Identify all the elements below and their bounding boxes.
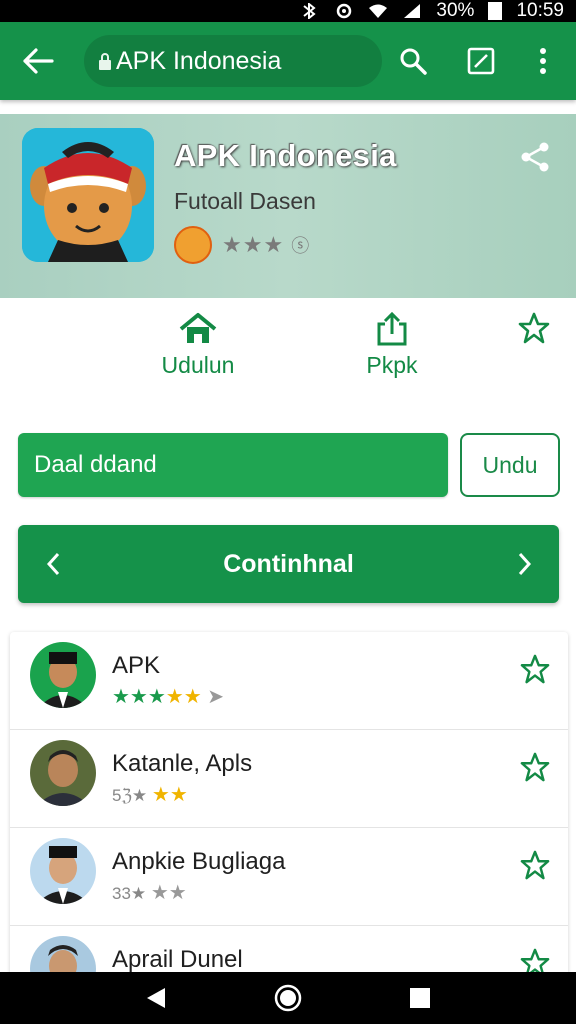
- nav-back-icon: [147, 988, 165, 1008]
- arrow-back-icon: [23, 48, 54, 74]
- action-udulun[interactable]: Udulun: [150, 312, 246, 379]
- chevron-left-icon[interactable]: [44, 551, 64, 577]
- info-icon: ⓢ: [291, 236, 311, 256]
- app-header-card: APK Indonesia Futoall Dasen ★★★ ⓢ: [0, 114, 576, 298]
- nav-home-button[interactable]: [273, 983, 303, 1013]
- star-outline-icon[interactable]: [520, 752, 550, 782]
- edit-button[interactable]: [460, 40, 502, 82]
- list-item-stars: ★★: [151, 784, 188, 806]
- battery-percentage: 30%: [436, 0, 475, 21]
- list-item-title: Aprail Dunel: [112, 946, 243, 973]
- share-icon[interactable]: [518, 140, 552, 174]
- home-icon: [179, 313, 217, 343]
- edit-icon: [467, 47, 495, 75]
- star-outline-icon[interactable]: [520, 850, 550, 880]
- list-item-rating: 33★ ★★: [112, 882, 187, 904]
- screen: 30% 10:59 APK Indonesia APK Indonesia Fu…: [0, 0, 576, 1024]
- back-button[interactable]: [0, 22, 76, 100]
- search-button[interactable]: [392, 40, 434, 82]
- mascot-icon: [22, 128, 154, 262]
- lock-icon: [99, 53, 111, 70]
- action-label: Pkpk: [366, 352, 418, 378]
- list-item-title: APK: [112, 652, 161, 679]
- clock: 10:59: [516, 0, 564, 21]
- action-label: Udulun: [161, 352, 235, 378]
- developer-avatar: [174, 226, 212, 264]
- app-icon[interactable]: [22, 128, 154, 262]
- list-item-title: Anpkie Bugliaga: [112, 848, 286, 875]
- chevron-right-icon[interactable]: [514, 551, 534, 577]
- list-item-rating: 5ℨ★ ★★: [112, 784, 188, 806]
- nav-recents-icon: [410, 988, 430, 1008]
- rating-stars: ★★★ ⓢ: [222, 232, 310, 258]
- more-vert-icon: [540, 48, 546, 74]
- search-icon: [400, 48, 427, 75]
- action-pkpk[interactable]: Pkpk: [346, 312, 438, 379]
- list-item[interactable]: Anpkie Bugliaga 33★ ★★: [10, 828, 568, 926]
- status-bar: 30% 10:59: [0, 0, 576, 22]
- developer-name[interactable]: Futoall Dasen: [174, 188, 316, 215]
- nav-home-icon: [274, 984, 302, 1012]
- wifi-icon: [369, 4, 388, 18]
- continue-banner-button[interactable]: Continhnal: [18, 525, 559, 603]
- list-item-stars: ★★: [150, 882, 187, 904]
- list-item-title: Katanle, Apls: [112, 750, 253, 777]
- system-nav-bar: [0, 972, 576, 1024]
- banner-label: Continhnal: [223, 549, 354, 578]
- secondary-button[interactable]: Undu: [460, 433, 560, 497]
- bluetooth-icon: [303, 3, 317, 19]
- nav-back-button[interactable]: [141, 983, 171, 1013]
- share-upload-icon: [377, 312, 407, 346]
- star-outline-icon[interactable]: [520, 654, 550, 684]
- list-item[interactable]: Katanle, Apls 5ℨ★ ★★: [10, 730, 568, 828]
- address-text: APK Indonesia: [116, 46, 282, 75]
- app-list: APK ★★★★★★★★★★ ➤ Katanle, Apls 5ℨ★ ★★ An…: [10, 632, 568, 992]
- avatar: [30, 642, 96, 708]
- battery-icon: [488, 2, 503, 20]
- list-item-rating: ★★★★★★★★★★ ➤: [112, 686, 224, 708]
- sync-icon: [337, 3, 352, 19]
- app-bar: APK Indonesia: [0, 22, 576, 100]
- nav-recents-button[interactable]: [405, 983, 435, 1013]
- overflow-menu-button[interactable]: [522, 40, 564, 82]
- avatar: [30, 740, 96, 806]
- address-bar[interactable]: APK Indonesia: [84, 35, 382, 87]
- primary-download-button[interactable]: Daal ddand: [18, 433, 448, 497]
- star-outline-icon: [518, 312, 550, 344]
- signal-icon: [404, 4, 421, 18]
- avatar: [30, 838, 96, 904]
- rating-stars-text: ★★★: [222, 232, 285, 257]
- list-item[interactable]: APK ★★★★★★★★★★ ➤: [10, 632, 568, 730]
- app-title: APK Indonesia: [174, 138, 397, 173]
- action-favorite[interactable]: [516, 312, 552, 344]
